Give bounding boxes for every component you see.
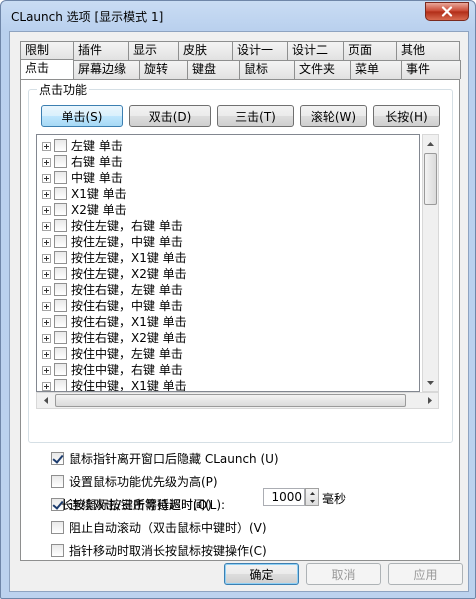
group-title: 点击功能	[37, 81, 90, 98]
tab-limit[interactable]: 限制	[20, 41, 74, 60]
expand-icon[interactable]	[42, 302, 51, 311]
tree-checkbox[interactable]	[54, 171, 67, 184]
double-click-button[interactable]: 双击(D)	[129, 105, 211, 127]
tree-checkbox[interactable]	[54, 299, 67, 312]
tree-checkbox[interactable]	[54, 283, 67, 296]
expand-icon[interactable]	[42, 382, 51, 391]
apply-button[interactable]: 应用	[388, 563, 463, 585]
expand-icon[interactable]	[42, 350, 51, 359]
title-bar[interactable]: CLaunch 选项 [显示模式 1]	[1, 1, 475, 31]
expand-icon[interactable]	[42, 254, 51, 263]
tab-plugin[interactable]: 插件	[73, 41, 129, 60]
click-action-tree[interactable]: 左键 单击 右键 单击 中键 单击 X1键 单击 X2键 单击 按住左键，右键 …	[36, 134, 420, 392]
tree-checkbox[interactable]	[54, 331, 67, 344]
tree-checkbox[interactable]	[54, 347, 67, 360]
tree-checkbox[interactable]	[54, 251, 67, 264]
triple-click-button[interactable]: 三击(T)	[217, 105, 294, 127]
tab-row-top: 限制 插件 显示 皮肤 设计一 设计二 页面 其他	[20, 41, 460, 60]
tab-mouse[interactable]: 鼠标	[239, 60, 295, 79]
tab-design-one[interactable]: 设计一	[232, 41, 288, 60]
arrow-left-icon	[43, 397, 48, 404]
tab-design-two[interactable]: 设计二	[287, 41, 344, 60]
tree-checkbox[interactable]	[54, 139, 67, 152]
tree-horizontal-scrollbar[interactable]	[36, 392, 439, 409]
long-press-button[interactable]: 长按(H)	[373, 105, 440, 127]
expand-icon[interactable]	[42, 238, 51, 247]
tree-checkbox[interactable]	[54, 155, 67, 168]
long-press-delay-label: 长按鼠标按键所需延迟时间(L):	[61, 498, 226, 512]
tab-page[interactable]: 页面	[343, 41, 397, 60]
expand-icon[interactable]	[42, 174, 51, 183]
tab-click[interactable]: 点击	[20, 59, 74, 80]
arrow-down-icon	[309, 499, 315, 503]
expand-icon[interactable]	[42, 158, 51, 167]
ok-button[interactable]: 确定	[224, 563, 299, 585]
tab-folder[interactable]: 文件夹	[294, 60, 351, 79]
scroll-right-button[interactable]	[421, 393, 438, 408]
expand-icon[interactable]	[42, 206, 51, 215]
window-title: CLaunch 选项 [显示模式 1]	[11, 10, 164, 24]
expand-icon[interactable]	[42, 190, 51, 199]
tree-checkbox[interactable]	[54, 315, 67, 328]
hide-on-leave-checkbox[interactable]	[51, 452, 64, 465]
tab-row-bottom: 点击 屏幕边缘 旋转 键盘 鼠标 文件夹 菜单 事件	[20, 59, 461, 80]
spin-up-button[interactable]	[306, 489, 318, 497]
expand-icon[interactable]	[42, 318, 51, 327]
expand-icon[interactable]	[42, 286, 51, 295]
scroll-up-button[interactable]	[423, 135, 438, 152]
tab-keyboard[interactable]: 键盘	[187, 60, 240, 79]
close-button[interactable]	[425, 2, 469, 21]
tree-checkbox[interactable]	[54, 363, 67, 376]
delay-spinner[interactable]	[305, 488, 319, 506]
cancel-button[interactable]: 取消	[306, 563, 381, 585]
tree-checkbox[interactable]	[54, 203, 67, 216]
expand-icon[interactable]	[42, 142, 51, 151]
spin-down-button[interactable]	[306, 497, 318, 505]
cancel-long-press-checkbox[interactable]	[51, 544, 64, 557]
vertical-scroll-thumb[interactable]	[424, 153, 437, 205]
scroll-left-button[interactable]	[37, 393, 54, 408]
tree-vertical-scrollbar[interactable]	[422, 134, 439, 392]
tab-screen-edge[interactable]: 屏幕边缘	[73, 60, 140, 79]
block-autoscroll-checkbox[interactable]	[51, 521, 64, 534]
scroll-down-button[interactable]	[423, 374, 438, 391]
expand-icon[interactable]	[42, 334, 51, 343]
tree-checkbox[interactable]	[54, 187, 67, 200]
tree-checkbox[interactable]	[54, 219, 67, 232]
long-press-delay-input[interactable]	[263, 488, 305, 506]
arrow-down-icon	[427, 380, 434, 385]
click-tab-panel: 点击功能 单击(S) 双击(D) 三击(T) 滚轮(W) 长按(H) 左键 单击…	[20, 79, 460, 561]
high-priority-checkbox[interactable]	[51, 475, 64, 488]
expand-icon[interactable]	[42, 222, 51, 231]
arrow-up-icon	[309, 491, 315, 495]
delay-unit-label: 毫秒	[322, 492, 347, 506]
tree-checkbox[interactable]	[54, 235, 67, 248]
arrow-up-icon	[427, 141, 434, 146]
single-click-button[interactable]: 单击(S)	[41, 105, 123, 127]
tab-rotate[interactable]: 旋转	[139, 60, 188, 79]
horizontal-scroll-thumb[interactable]	[55, 394, 406, 407]
tab-skin[interactable]: 皮肤	[178, 41, 233, 60]
expand-icon[interactable]	[42, 366, 51, 375]
tree-checkbox[interactable]	[54, 267, 67, 280]
wheel-button[interactable]: 滚轮(W)	[300, 105, 367, 127]
tab-display[interactable]: 显示	[128, 41, 179, 60]
close-icon	[441, 6, 453, 17]
tab-menu[interactable]: 菜单	[350, 60, 402, 79]
expand-icon[interactable]	[42, 270, 51, 279]
dialog-client: 限制 插件 显示 皮肤 设计一 设计二 页面 其他 点击 屏幕边缘 旋转 键盘 …	[9, 31, 469, 592]
options-dialog: CLaunch 选项 [显示模式 1] 限制 插件 显示 皮肤 设计一 设计二 …	[0, 0, 476, 599]
tab-other[interactable]: 其他	[396, 41, 460, 60]
tree-checkbox[interactable]	[54, 379, 67, 391]
arrow-right-icon	[427, 397, 432, 404]
click-function-group: 点击功能 单击(S) 双击(D) 三击(T) 滚轮(W) 长按(H) 左键 单击…	[28, 81, 453, 443]
tab-event[interactable]: 事件	[401, 60, 461, 79]
